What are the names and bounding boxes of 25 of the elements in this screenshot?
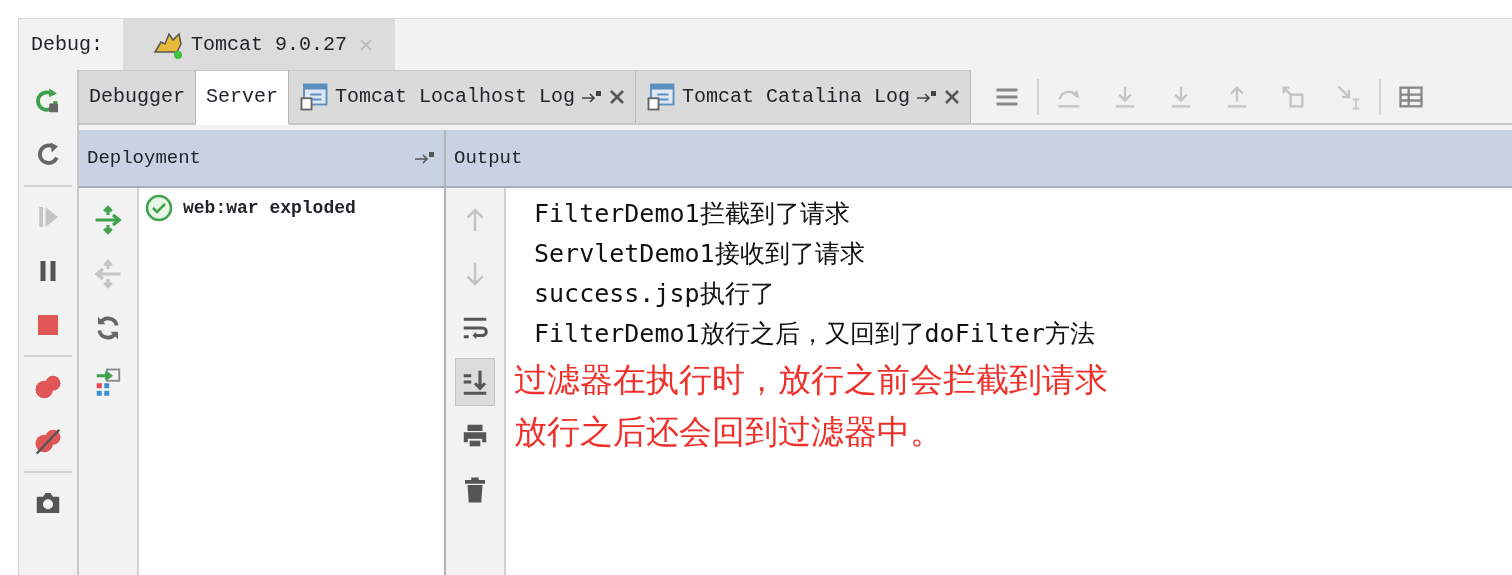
log-line: FilterDemo1放行之后，又回到了doFilter方法 [534, 319, 1095, 348]
deployment-item[interactable]: web:war exploded [145, 194, 438, 222]
tab[interactable]: Debugger [79, 70, 196, 123]
pin-icon[interactable] [916, 89, 939, 105]
panel-title: Deployment [87, 145, 203, 171]
session-tab[interactable]: Tomcat 9.0.27 [123, 19, 396, 70]
tab[interactable]: Tomcat Localhost Log [289, 70, 637, 123]
debug-label: Debug: [30, 31, 104, 58]
deploy-icon[interactable] [93, 205, 123, 235]
log-window-icon [299, 82, 330, 112]
annotation-text: 过滤器在执行时，放行之前会拦截到请求 [514, 360, 1108, 399]
log-window-icon [646, 82, 677, 112]
mute-breakpoints-icon[interactable] [33, 426, 63, 456]
close-icon[interactable] [944, 89, 961, 105]
pin-icon[interactable] [414, 150, 436, 166]
tab[interactable]: Server [196, 70, 290, 125]
annotation-text: 放行之后还会回到过滤器中。 [514, 412, 943, 451]
log-line: ServletDemo1接收到了请求 [534, 239, 865, 268]
log-line: success.jsp执行了 [534, 279, 775, 308]
log-line: FilterDemo1拦截到了请求 [534, 199, 850, 228]
tab[interactable]: Tomcat Catalina Log [636, 70, 972, 123]
panel-title: Output [454, 145, 523, 171]
pin-icon[interactable] [581, 89, 604, 105]
toggle-button[interactable] [455, 358, 495, 406]
close-icon[interactable] [609, 89, 626, 105]
